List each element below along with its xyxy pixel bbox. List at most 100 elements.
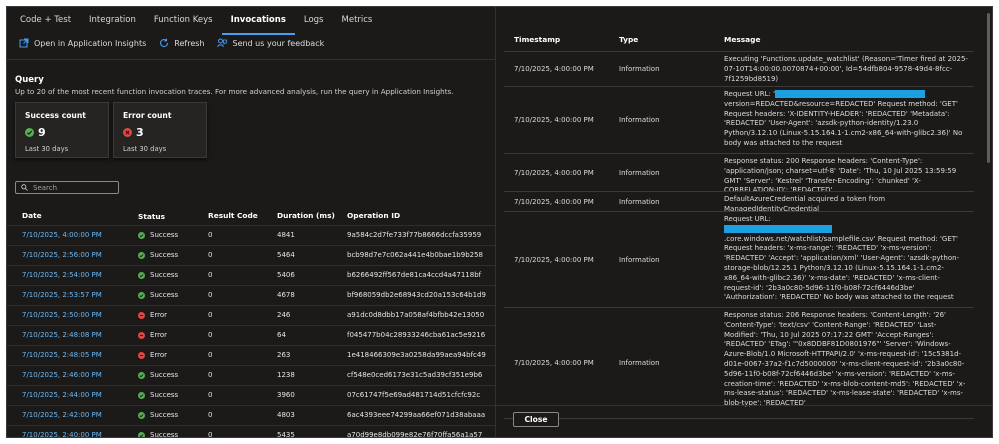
invocation-date-link[interactable]: 7/10/2025, 2:42:00 PM [22, 406, 102, 425]
invocation-status: Success [138, 386, 178, 405]
trace-table-header: Timestamp Type Message [504, 28, 974, 52]
tab-logs[interactable]: Logs [295, 11, 333, 33]
trace-timestamp-cell: 7/10/2025, 4:00:00 PM [514, 87, 594, 153]
check-circle-icon [25, 128, 34, 137]
invocation-status: Error [138, 346, 167, 365]
error-status-icon [138, 332, 145, 339]
invocation-duration: 4841 [277, 231, 295, 239]
invocation-date-link[interactable]: 7/10/2025, 2:44:00 PM [22, 386, 102, 405]
col-status[interactable]: Status [138, 207, 165, 226]
table-row: 7/10/2025, 2:42:00 PM Success 0 4803 6ac4393… [7, 406, 495, 426]
open-insights-button[interactable]: Open in Application Insights [19, 38, 146, 48]
feedback-label: Send us your feedback [232, 38, 325, 48]
search-input[interactable] [33, 183, 113, 192]
invocation-operation-id: b6266492ff567de81ca4ccd4a47118bf [347, 271, 482, 279]
trace-type: Information [619, 359, 660, 367]
footer-divider [496, 405, 992, 406]
tab-function-keys[interactable]: Function Keys [145, 11, 222, 33]
invocation-date-link[interactable]: 7/10/2025, 2:46:00 PM [22, 366, 102, 385]
query-title: Query [15, 75, 44, 85]
trace-type-cell: Information [619, 192, 660, 211]
trace-message-cell: DefaultAzureCredential acquired a token … [724, 192, 969, 211]
trace-row: 7/10/2025, 4:00:00 PM Information Response… [504, 154, 974, 192]
invocation-date-link[interactable]: 7/10/2025, 2:48:08 PM [22, 326, 102, 345]
col-duration[interactable]: Duration (ms) [277, 207, 335, 226]
invocation-operation-id: 6ac4393eee74299aa66ef071d38abaaa [347, 411, 486, 419]
invocations-table-body: 7/10/2025, 4:00:00 PM Success 0 4841 9a584c2… [7, 226, 495, 438]
trace-table-body: 7/10/2025, 4:00:00 PM Information Executin… [504, 52, 974, 419]
trace-row: 7/10/2025, 4:00:00 PM Information Response… [504, 308, 974, 419]
table-row: 7/10/2025, 2:53:57 PM Success 0 4678 bf96805… [7, 286, 495, 306]
invocation-result-code: 0 [208, 351, 213, 359]
invocation-date-link[interactable]: 7/10/2025, 2:50:00 PM [22, 306, 102, 325]
trace-type: Information [619, 65, 660, 73]
col-operation-id[interactable]: Operation ID [347, 207, 400, 226]
trace-type: Information [619, 168, 660, 177]
invocation-date-link[interactable]: 7/10/2025, 2:40:00 PM [22, 426, 102, 437]
col-result-code[interactable]: Result Code [208, 207, 258, 226]
close-button[interactable]: Close [513, 412, 559, 427]
success-status-icon [138, 272, 145, 279]
invocation-duration: 263 [277, 351, 291, 359]
trace-type-cell: Information [619, 87, 660, 153]
invocation-status-label: Success [150, 271, 179, 279]
trace-type: Information [619, 197, 660, 206]
invocation-duration: 1238 [277, 371, 295, 379]
invocation-status: Success [138, 266, 178, 285]
table-row: 7/10/2025, 2:54:00 PM Success 0 5406 b626649… [7, 266, 495, 286]
invocation-operation-id: 1e418466309e3a0258da99aea94bfc49 [347, 351, 486, 359]
trace-timestamp: 7/10/2025, 4:00:00 PM [514, 65, 594, 73]
trace-type: Information [619, 255, 660, 264]
trace-timestamp-cell: 7/10/2025, 4:00:00 PM [514, 308, 594, 418]
tab-metrics[interactable]: Metrics [333, 11, 382, 33]
invocation-duration: 5464 [277, 251, 295, 259]
table-row: 7/10/2025, 2:48:05 PM Error 0 263 1e41846630… [7, 346, 495, 366]
trace-timestamp-cell: 7/10/2025, 4:00:00 PM [514, 212, 594, 307]
refresh-button[interactable]: Refresh [159, 38, 204, 48]
redacted-url-block [724, 224, 832, 233]
tab-code-test[interactable]: Code + Test [11, 11, 80, 33]
tab-integration[interactable]: Integration [80, 11, 145, 33]
trace-row: 7/10/2025, 4:00:00 PM Information Request … [504, 87, 974, 154]
invocation-duration: 4678 [277, 291, 295, 299]
success-status-icon [138, 252, 145, 259]
trace-message-cell: Response status: 200 Response headers: '… [724, 154, 969, 191]
invocation-result-code: 0 [208, 411, 213, 419]
success-card-count: 9 [25, 126, 46, 139]
invocation-duration: 3960 [277, 391, 295, 399]
trace-type-cell: Information [619, 212, 660, 307]
success-status-icon [138, 232, 145, 239]
invocation-result-code: 0 [208, 291, 213, 299]
trace-timestamp: 7/10/2025, 4:00:00 PM [514, 255, 594, 264]
invocation-status: Success [138, 246, 178, 265]
trace-message: .core.windows.net/watchlist/samplefile.c… [724, 234, 960, 302]
invocation-duration: 5406 [277, 271, 295, 279]
invocation-operation-id: bf968059db2e68943cd20a153c64b1d9 [347, 291, 486, 299]
open-insights-label: Open in Application Insights [34, 38, 147, 48]
error-circle-icon [123, 128, 132, 137]
col-date[interactable]: Date [22, 207, 42, 226]
invocation-date-link[interactable]: 7/10/2025, 2:48:05 PM [22, 346, 102, 365]
feedback-icon [217, 38, 228, 48]
trace-table: Timestamp Type Message 7/10/2025, 4:00:0… [504, 28, 974, 419]
invocation-status-label: Success [150, 251, 179, 259]
invocation-status-label: Success [150, 431, 179, 438]
trace-scrollbar[interactable] [987, 13, 990, 163]
feedback-button[interactable]: Send us your feedback [217, 38, 324, 48]
invocation-date-link[interactable]: 7/10/2025, 2:53:57 PM [22, 286, 102, 305]
tab-invocations[interactable]: Invocations [221, 11, 295, 35]
invocation-status-label: Success [150, 411, 179, 419]
invocation-operation-id: a91dc0d8dbb17a058af4bfbb42e13050 [347, 311, 485, 319]
col-message: Message [724, 35, 761, 44]
search-box[interactable] [15, 181, 119, 194]
invocations-window: Code + Test Integration Function Keys In… [6, 6, 993, 438]
trace-message-prefix: Request URL: ' [724, 90, 776, 98]
invocation-date-link[interactable]: 7/10/2025, 2:54:00 PM [22, 266, 102, 285]
invocation-result-code: 0 [208, 231, 213, 239]
invocation-date-link[interactable]: 7/10/2025, 4:00:00 PM [22, 226, 102, 245]
error-status-icon [138, 312, 145, 319]
invocation-status-label: Success [150, 291, 179, 299]
invocation-date-link[interactable]: 7/10/2025, 2:56:00 PM [22, 246, 102, 265]
trace-details-panel: Timestamp Type Message 7/10/2025, 4:00:0… [495, 7, 992, 437]
table-row: 7/10/2025, 2:56:00 PM Success 0 5464 bcb98d7… [7, 246, 495, 266]
